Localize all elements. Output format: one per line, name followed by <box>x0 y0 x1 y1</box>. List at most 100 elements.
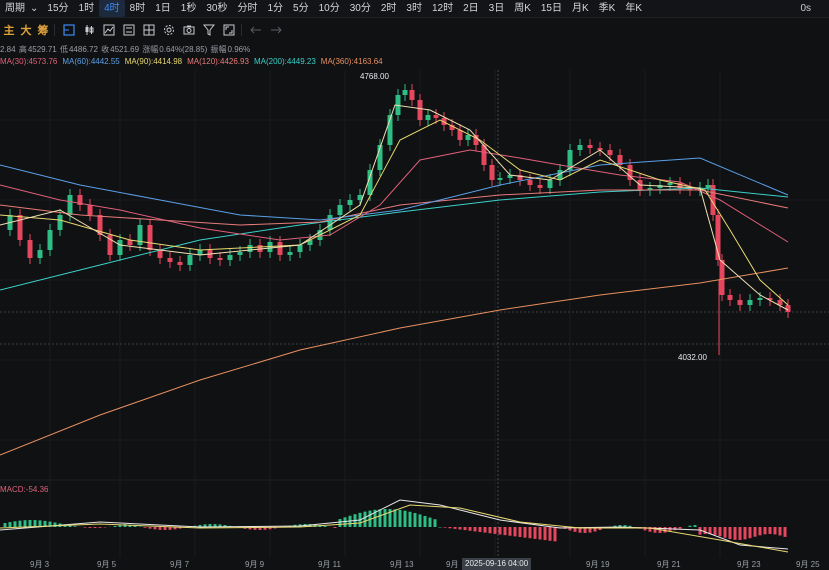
candle-body <box>727 295 733 300</box>
macd-bar <box>528 527 532 539</box>
macd-bar <box>423 515 427 527</box>
macd-bar <box>773 527 777 535</box>
macd-bar <box>768 527 772 535</box>
candle-body <box>177 262 183 265</box>
ma360-line <box>0 267 789 456</box>
macd-bar <box>458 527 462 530</box>
macd-bar <box>553 527 557 542</box>
candle-body <box>157 250 163 258</box>
macd-bar <box>148 527 152 529</box>
macd-bar <box>133 525 137 527</box>
time-tick: 9月 3 <box>30 560 50 569</box>
candle-body <box>287 252 293 255</box>
macd-bar <box>383 509 387 527</box>
candle-body <box>607 150 613 155</box>
macd-bar <box>678 527 682 529</box>
macd-bar <box>488 527 492 534</box>
macd-bar <box>763 527 767 535</box>
macd-bar <box>718 527 722 537</box>
macd-bar <box>728 527 732 540</box>
macd-bar <box>73 526 77 527</box>
macd-bar <box>733 527 737 540</box>
candle-body <box>705 185 711 188</box>
macd-bar <box>478 527 482 532</box>
ma120-line <box>0 189 789 226</box>
crosshair-time-label: 2025-09-16 04:00 <box>462 558 532 570</box>
macd-bar <box>98 527 102 528</box>
macd-bar <box>338 519 342 527</box>
macd-bar <box>393 509 397 527</box>
macd-bar <box>323 526 327 527</box>
candle-body <box>187 255 193 265</box>
candle-body <box>37 250 43 258</box>
candle-body <box>67 195 73 215</box>
candle-body <box>667 183 673 185</box>
candle-body <box>27 240 33 258</box>
macd-bar <box>778 527 782 536</box>
macd-bar <box>453 527 457 529</box>
time-tick: 9月 5 <box>97 560 117 569</box>
macd-bar <box>408 511 412 527</box>
time-tick: 9月 19 <box>586 560 610 569</box>
macd-bar <box>693 525 697 527</box>
macd-bar <box>688 525 692 527</box>
macd-bar <box>398 509 402 527</box>
macd-bar <box>443 527 447 528</box>
macd-bar <box>503 527 507 536</box>
candle-body <box>465 135 471 140</box>
macd-bar <box>663 527 667 533</box>
macd-bar <box>18 520 22 527</box>
macd-bar <box>743 527 747 540</box>
macd-bar <box>783 527 787 537</box>
macd-bar <box>748 527 752 539</box>
time-tick: 9月 23 <box>737 560 761 569</box>
candle-body <box>297 245 303 252</box>
candle-body <box>277 242 283 255</box>
macd-bar <box>513 527 517 537</box>
macd-bar <box>83 527 87 528</box>
time-tick: 9月 9 <box>245 560 265 569</box>
macd-bar <box>403 510 407 527</box>
candle-body <box>425 115 431 120</box>
candle-body <box>117 240 123 255</box>
candle-body <box>719 260 725 295</box>
candle-body <box>237 252 243 255</box>
macd-bar <box>88 527 92 528</box>
macd-bar <box>468 527 472 531</box>
candle-body <box>457 130 463 140</box>
candle-body <box>497 178 503 180</box>
macd-bar <box>498 527 502 535</box>
macd-bar <box>438 527 442 528</box>
candle-body <box>587 145 593 148</box>
macd-bar <box>463 527 467 531</box>
macd-bar <box>333 527 337 529</box>
macd-bar <box>523 527 527 538</box>
macd-bar <box>158 527 162 530</box>
candle-body <box>547 180 553 188</box>
macd-bar <box>8 522 12 527</box>
macd-bar <box>363 511 367 527</box>
macd-bar <box>533 527 537 539</box>
time-tick: 9月 21 <box>657 560 681 569</box>
macd-bar <box>723 527 727 538</box>
candle-body <box>527 180 533 185</box>
candle-body <box>417 100 423 120</box>
time-tick: 9月 <box>446 560 459 569</box>
macd-bar <box>3 523 7 527</box>
macd-bar <box>493 527 497 534</box>
candle-body <box>87 205 93 215</box>
macd-bar <box>628 525 632 527</box>
candle-body <box>167 258 173 262</box>
macd-bar <box>538 527 542 540</box>
candle-body <box>327 215 333 230</box>
macd-bar <box>738 527 742 540</box>
ma30-line <box>0 149 789 243</box>
candle-body <box>489 165 495 180</box>
macd-bar <box>548 527 552 541</box>
candle-body <box>197 250 203 255</box>
macd-bar <box>13 521 17 527</box>
macd-bar <box>143 527 147 528</box>
candle-body <box>537 185 543 188</box>
price-chart[interactable]: 4768.00 4032.00 <box>0 0 829 557</box>
macd-bar <box>33 520 37 527</box>
